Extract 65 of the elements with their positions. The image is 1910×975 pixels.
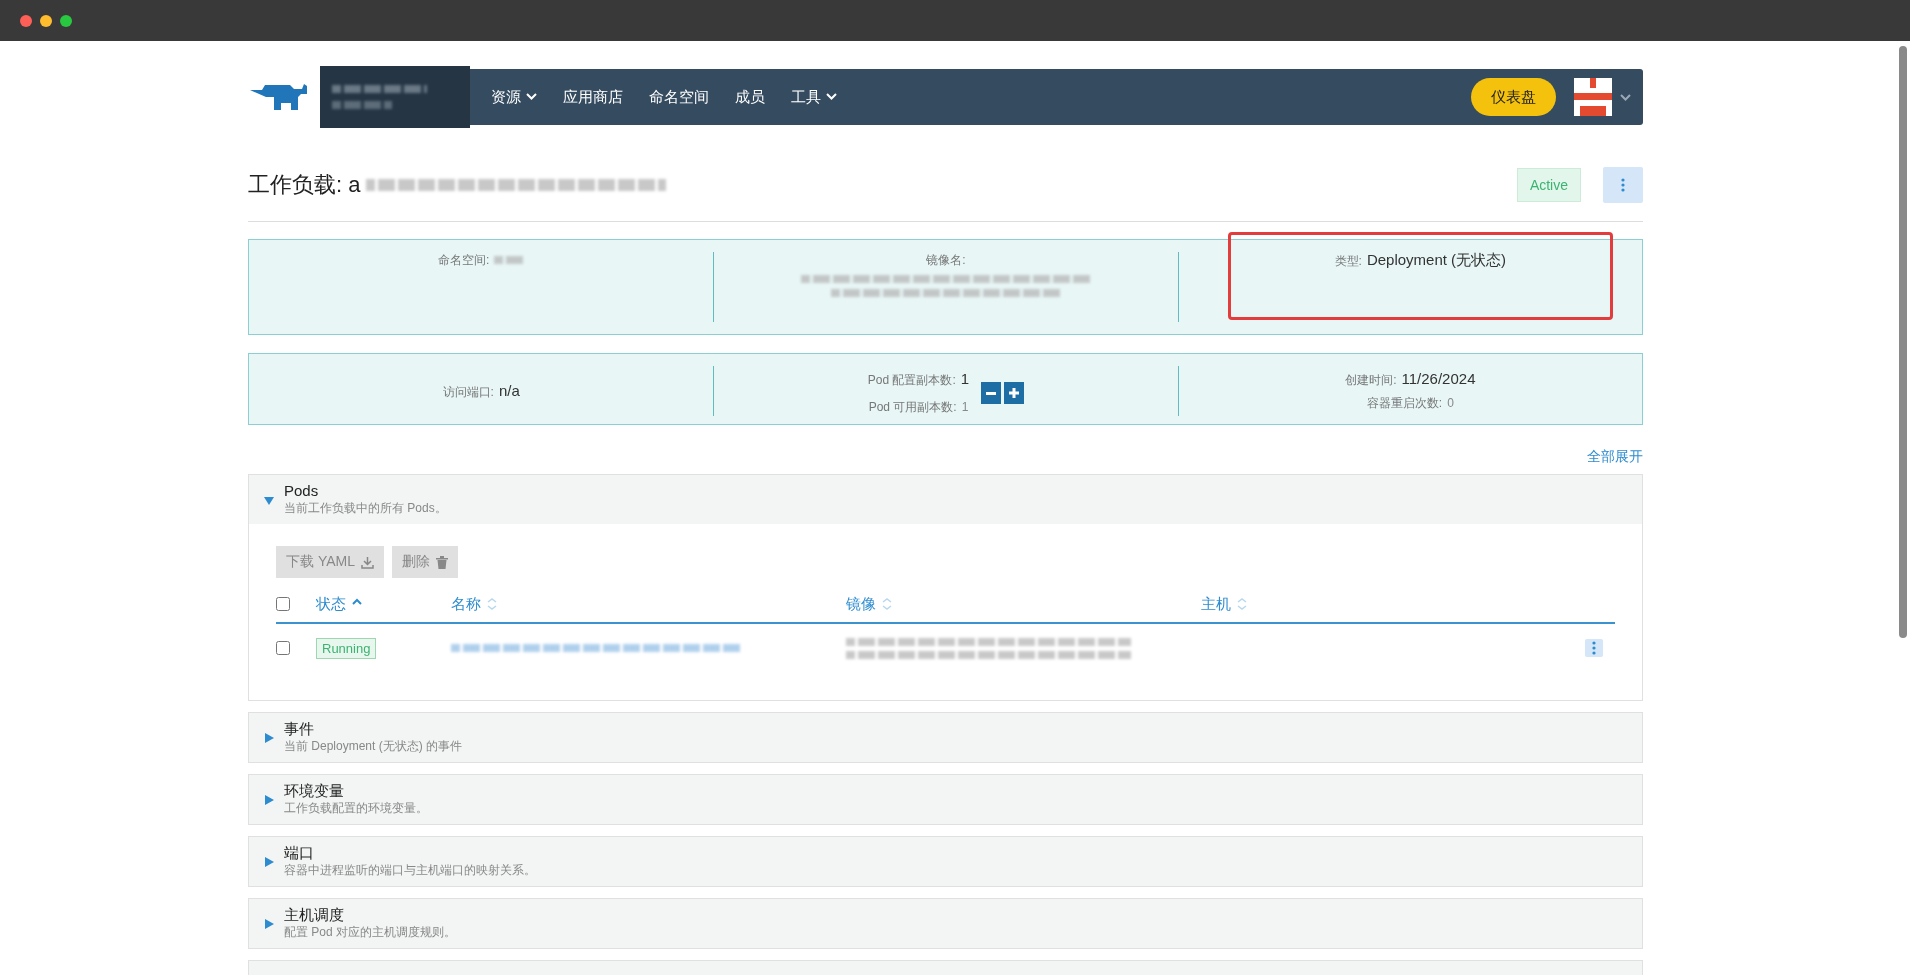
status-badge: Active	[1516, 168, 1581, 202]
section-title: 主机调度	[284, 906, 345, 924]
nav-menu-item[interactable]: 命名空间	[636, 87, 722, 107]
section-header[interactable]: 主机调度 配置 Pod 对应的主机调度规则。	[249, 899, 1642, 948]
avatar-icon[interactable]	[1574, 78, 1612, 116]
increase-button[interactable]	[1004, 382, 1025, 404]
info-value: 0	[1447, 396, 1454, 410]
cluster-selector[interactable]	[320, 66, 470, 128]
section-title: Pods	[284, 482, 320, 500]
section-header[interactable]: Pods 当前工作负载中的所有 Pods。	[249, 475, 1642, 524]
info-label: Pod 可用副本数:	[868, 399, 957, 416]
window-close-button[interactable]	[20, 14, 32, 27]
minus-icon	[986, 391, 997, 395]
section-subtitle: 当前工作负载中的所有 Pods。	[284, 500, 447, 517]
scrollbar[interactable]	[1899, 46, 1907, 638]
info-value: 11/26/2024	[1401, 370, 1476, 387]
dashboard-button[interactable]: 仪表盘	[1471, 78, 1556, 116]
info-label: Pod 配置副本数:	[867, 372, 956, 389]
nav-menu-item[interactable]: 资源	[478, 87, 550, 107]
window-minimize-button[interactable]	[40, 14, 52, 27]
chevron-down-icon	[826, 93, 837, 101]
section-subtitle: 容器中进程监听的端口与主机端口的映射关系。	[284, 862, 536, 879]
more-icon	[1621, 178, 1625, 192]
info-label: 访问端口:	[442, 383, 494, 401]
row-checkbox[interactable]	[276, 641, 290, 655]
chevron-down-icon	[526, 93, 537, 101]
more-icon	[1592, 641, 1596, 655]
info-label: 容器重启次数:	[1366, 395, 1443, 412]
info-label: 类型:	[1334, 253, 1362, 270]
bull-logo-icon	[248, 82, 310, 112]
chevron-down-icon	[1620, 94, 1631, 102]
trash-icon	[436, 555, 448, 569]
section-subtitle: 当前 Deployment (无状态) 的事件	[284, 738, 463, 755]
column-header[interactable]: 状态	[316, 594, 451, 614]
page-title: 工作负载: a	[248, 171, 361, 199]
column-header[interactable]: 名称	[451, 594, 846, 614]
decrease-button[interactable]	[981, 382, 1002, 404]
plus-icon	[1009, 388, 1020, 398]
section-header[interactable]: 环境变量 工作负载配置的环境变量。	[249, 775, 1642, 824]
info-value: 1	[960, 370, 970, 387]
section-header[interactable]: 端口 容器中进程监听的端口与主机端口的映射关系。	[249, 837, 1642, 886]
info-value: Deployment (无状态)	[1366, 251, 1507, 270]
info-value: 1	[961, 400, 969, 414]
select-all-checkbox[interactable]	[276, 597, 290, 611]
window-maximize-button[interactable]	[60, 14, 72, 27]
redacted-text	[494, 256, 525, 264]
info-label: 镜像名:	[926, 252, 966, 269]
download-icon	[361, 555, 374, 569]
info-label: 创建时间:	[1345, 372, 1397, 389]
section-title: 事件	[284, 720, 315, 738]
section-header[interactable]: 事件 当前 Deployment (无状态) 的事件	[249, 713, 1642, 762]
row-more-button[interactable]	[1585, 639, 1603, 657]
section-subtitle: 工作负载配置的环境变量。	[284, 800, 428, 817]
section-title: 环境变量	[284, 782, 345, 800]
nav-menu-item[interactable]: 成员	[722, 87, 778, 107]
expand-all-link[interactable]: 全部展开	[1587, 448, 1643, 466]
column-header[interactable]: 镜像	[846, 594, 1201, 614]
section-subtitle: 配置 Pod 对应的主机调度规则。	[284, 924, 457, 941]
column-header[interactable]: 主机	[1201, 594, 1615, 614]
info-label: 命名空间:	[438, 252, 490, 269]
info-value: n/a	[498, 381, 520, 399]
nav-menu-item[interactable]: 工具	[778, 87, 850, 107]
section-title: 端口	[284, 844, 315, 862]
status-badge: Running	[316, 637, 377, 659]
nav-menu-item[interactable]: 应用商店	[550, 87, 636, 107]
